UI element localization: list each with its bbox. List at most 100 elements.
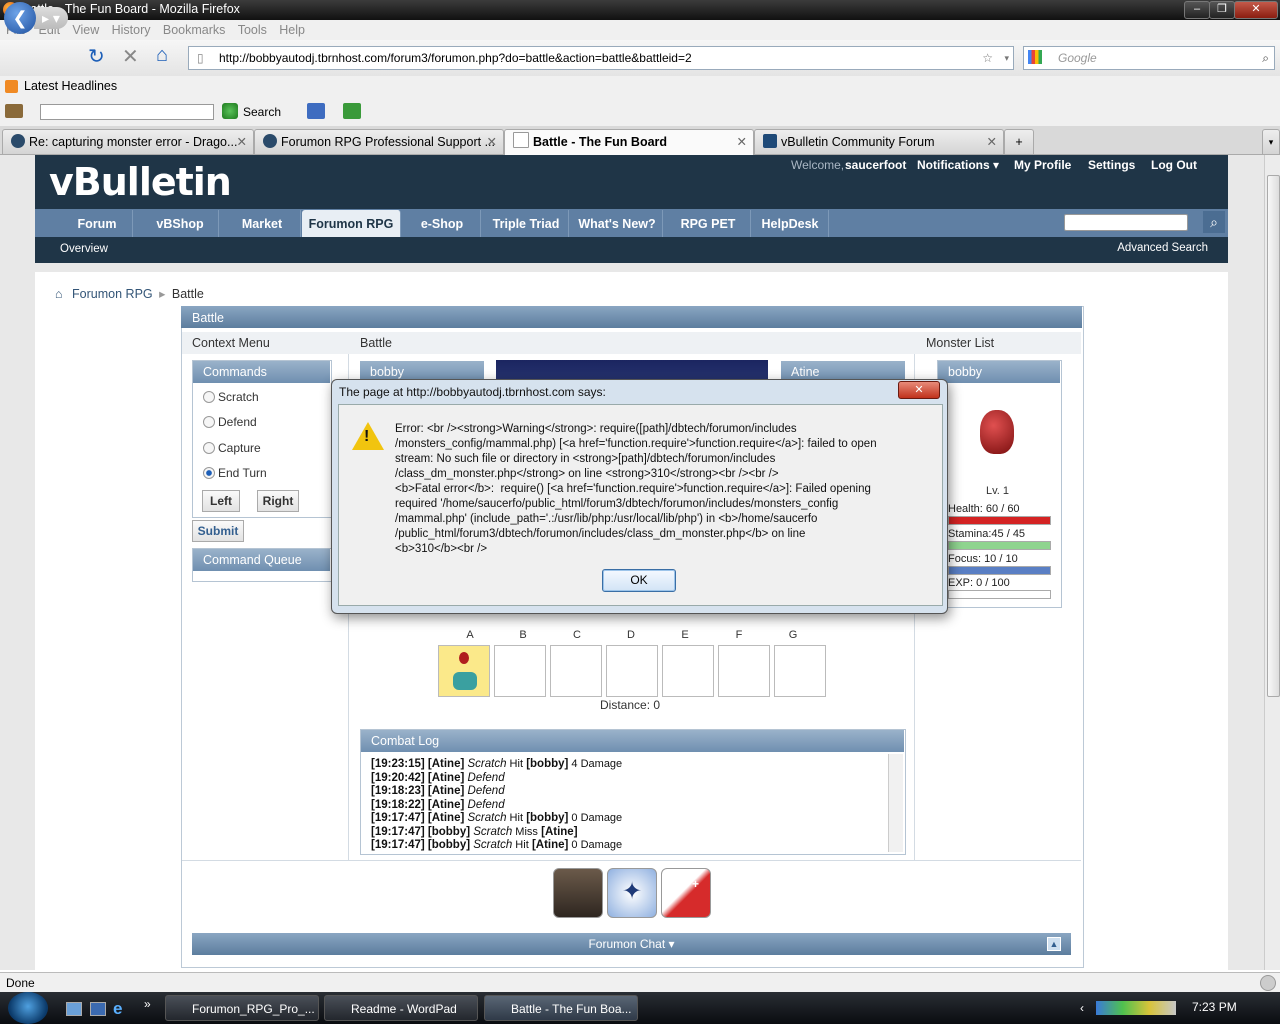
- breadcrumb-root[interactable]: Forumon RPG: [72, 287, 153, 301]
- taskbar-forumon[interactable]: Forumon_RPG_Pro_...: [165, 995, 319, 1021]
- menu-tools[interactable]: Tools: [238, 20, 267, 40]
- tab-battle[interactable]: Battle - The Fun Board ✕: [504, 129, 754, 156]
- grid-cell-g[interactable]: [774, 645, 826, 697]
- system-tray-icons[interactable]: [1096, 1001, 1176, 1015]
- username-link[interactable]: saucerfoot: [845, 158, 906, 172]
- home-icon[interactable]: ⌂: [55, 287, 63, 301]
- vbulletin-logo[interactable]: vBulletin: [49, 160, 232, 204]
- submit-button[interactable]: Submit: [192, 520, 244, 542]
- context-menu-heading: Context Menu: [192, 336, 270, 350]
- new-tab-button[interactable]: +: [1004, 129, 1034, 154]
- monster-list-heading: Monster List: [926, 336, 995, 350]
- log-result: Miss: [512, 825, 538, 838]
- taskbar-wordpad[interactable]: Readme - WordPad: [324, 995, 478, 1021]
- monitor-icon[interactable]: [307, 103, 325, 119]
- subnav-overview[interactable]: Overview: [60, 243, 108, 255]
- close-tab-icon[interactable]: ✕: [487, 130, 497, 154]
- switch-windows-icon[interactable]: [90, 1002, 106, 1016]
- tray-expand-icon[interactable]: ‹: [1080, 1001, 1084, 1015]
- ok-button[interactable]: OK: [602, 569, 676, 592]
- nav-forumon-rpg[interactable]: Forumon RPG: [302, 210, 401, 237]
- latest-headlines-link[interactable]: Latest Headlines: [24, 79, 117, 93]
- label-end-turn: End Turn: [218, 466, 267, 480]
- notifications-menu[interactable]: Notifications ▾: [917, 158, 999, 172]
- nav-vbshop[interactable]: vBShop: [142, 210, 219, 237]
- menu-bookmarks[interactable]: Bookmarks: [163, 20, 226, 40]
- combat-log-scrollbar[interactable]: [888, 754, 903, 852]
- forward-button[interactable]: ▸ ▾: [34, 7, 68, 29]
- collapse-chat-icon[interactable]: ▲: [1047, 937, 1061, 951]
- alert-close-button[interactable]: ✕: [898, 381, 940, 399]
- close-tab-icon[interactable]: ✕: [237, 130, 247, 154]
- nav-forum[interactable]: Forum: [62, 210, 133, 237]
- advanced-search-link[interactable]: Advanced Search: [1117, 242, 1208, 254]
- nav-market[interactable]: Market: [224, 210, 301, 237]
- grid-cell-b[interactable]: [494, 645, 546, 697]
- close-tab-icon[interactable]: ✕: [737, 130, 747, 154]
- radio-defend[interactable]: [203, 416, 215, 428]
- back-button[interactable]: ❮: [4, 2, 36, 34]
- taskbar-firefox[interactable]: Battle - The Fun Boa...: [484, 995, 638, 1021]
- forumon-chat-header[interactable]: Forumon Chat ▾ ▲: [192, 933, 1071, 955]
- scrollbar-thumb[interactable]: [1267, 175, 1280, 697]
- grid-cell-a[interactable]: [438, 645, 490, 697]
- grid-label-d: D: [627, 629, 635, 641]
- url-dropdown-icon[interactable]: ▾: [1004, 47, 1009, 69]
- tab-forumon-support[interactable]: Forumon RPG Professional Support ... ✕: [254, 129, 504, 154]
- settings-link[interactable]: Settings: [1088, 158, 1135, 172]
- home-icon[interactable]: ⌂: [156, 44, 168, 67]
- grid-cell-e[interactable]: [662, 645, 714, 697]
- search-icon[interactable]: ⌕: [1262, 47, 1269, 69]
- log-actor: [Atine]: [424, 758, 465, 770]
- toolbar-combo[interactable]: [40, 104, 214, 120]
- radio-end-turn[interactable]: [203, 467, 215, 479]
- my-profile-link[interactable]: My Profile: [1014, 158, 1071, 172]
- right-button[interactable]: Right: [257, 490, 299, 512]
- tab-capturing-monster[interactable]: Re: capturing monster error - Drago... ✕: [2, 129, 254, 154]
- tab-label: vBulletin Community Forum: [781, 135, 935, 149]
- nav-whats-new[interactable]: What's New?: [572, 210, 663, 237]
- left-button[interactable]: Left: [202, 490, 240, 512]
- toolbar-search-button[interactable]: Search: [243, 105, 281, 119]
- quicklaunch-more-icon[interactable]: »: [144, 997, 151, 1011]
- menu-help[interactable]: Help: [279, 20, 305, 40]
- maximize-button[interactable]: ❐: [1209, 1, 1235, 19]
- radio-capture[interactable]: [203, 442, 215, 454]
- nav-eshop[interactable]: e-Shop: [404, 210, 481, 237]
- close-tab-icon[interactable]: ✕: [987, 130, 997, 154]
- ie-icon[interactable]: e: [113, 999, 122, 1019]
- page-scrollbar[interactable]: [1264, 155, 1280, 970]
- address-bar[interactable]: ▯ http://bobbyautodj.tbrnhost.com/forum3…: [188, 46, 1014, 70]
- bookmark-star-icon[interactable]: ☆: [982, 47, 993, 69]
- character-portrait-icon[interactable]: [553, 868, 603, 918]
- reload-icon[interactable]: ↻: [88, 44, 105, 69]
- minimize-button[interactable]: –: [1184, 1, 1210, 19]
- radio-scratch[interactable]: [203, 391, 215, 403]
- nav-rpg-pet[interactable]: RPG PET: [666, 210, 751, 237]
- forum-search-icon[interactable]: ⌕: [1203, 211, 1225, 233]
- web-search-box[interactable]: Google ⌕: [1023, 46, 1275, 70]
- compass-icon[interactable]: ✦: [607, 868, 657, 918]
- show-desktop-icon[interactable]: [66, 1002, 82, 1016]
- toolbar-icon[interactable]: [5, 104, 23, 118]
- forum-search-input[interactable]: [1064, 214, 1188, 231]
- start-button[interactable]: [8, 992, 48, 1024]
- nav-triple-triad[interactable]: Triple Triad: [484, 210, 569, 237]
- menu-view[interactable]: View: [72, 20, 99, 40]
- close-window-button[interactable]: ✕: [1234, 1, 1278, 19]
- status-icon[interactable]: [1260, 975, 1276, 991]
- grid-cell-c[interactable]: [550, 645, 602, 697]
- chart-icon[interactable]: [343, 103, 361, 119]
- menu-history[interactable]: History: [112, 20, 151, 40]
- tab-label: Forumon RPG Professional Support ...: [281, 135, 495, 149]
- tab-vbulletin-community[interactable]: vBulletin Community Forum ✕: [754, 129, 1004, 154]
- logout-link[interactable]: Log Out: [1151, 158, 1197, 172]
- tab-list-icon[interactable]: ▾: [1262, 129, 1280, 154]
- potion-pill-icon[interactable]: +: [661, 868, 711, 918]
- stop-icon[interactable]: ✕: [122, 44, 139, 69]
- taskbar-clock[interactable]: 7:23 PM: [1192, 1000, 1237, 1014]
- breadcrumb-separator-icon: ▸: [159, 287, 166, 301]
- grid-cell-f[interactable]: [718, 645, 770, 697]
- nav-helpdesk[interactable]: HelpDesk: [752, 210, 829, 237]
- grid-cell-d[interactable]: [606, 645, 658, 697]
